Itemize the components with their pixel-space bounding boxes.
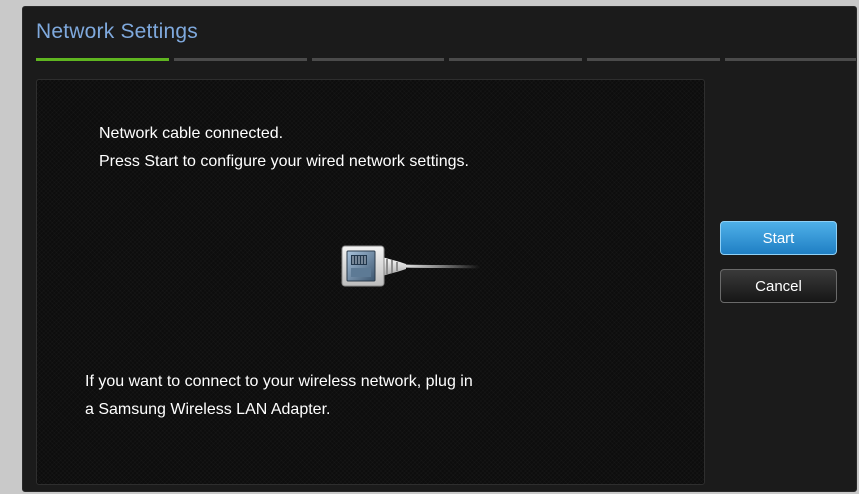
- progress-step-2: [173, 58, 307, 61]
- ethernet-cable-connector-icon: [341, 245, 480, 287]
- network-settings-dialog: Network Settings Network cable connected…: [22, 6, 857, 492]
- cable-connected-message: Network cable connected.: [99, 125, 284, 142]
- wireless-hint-line1: If you want to connect to your wireless …: [85, 373, 473, 390]
- progress-step-3: [311, 58, 445, 61]
- progress-step-6: [725, 58, 856, 61]
- start-button[interactable]: Start: [720, 221, 837, 255]
- content-panel: Network cable connected. Press Start to …: [36, 79, 705, 485]
- progress-step-5: [587, 58, 721, 61]
- configure-instruction: Press Start to configure your wired netw…: [99, 153, 469, 170]
- progress-step-1: [36, 58, 169, 61]
- dialog-title: Network Settings: [36, 20, 198, 43]
- cancel-button[interactable]: Cancel: [720, 269, 837, 303]
- step-progress-indicator: [36, 58, 856, 61]
- wireless-hint-line2: a Samsung Wireless LAN Adapter.: [85, 401, 331, 418]
- progress-step-4: [449, 58, 583, 61]
